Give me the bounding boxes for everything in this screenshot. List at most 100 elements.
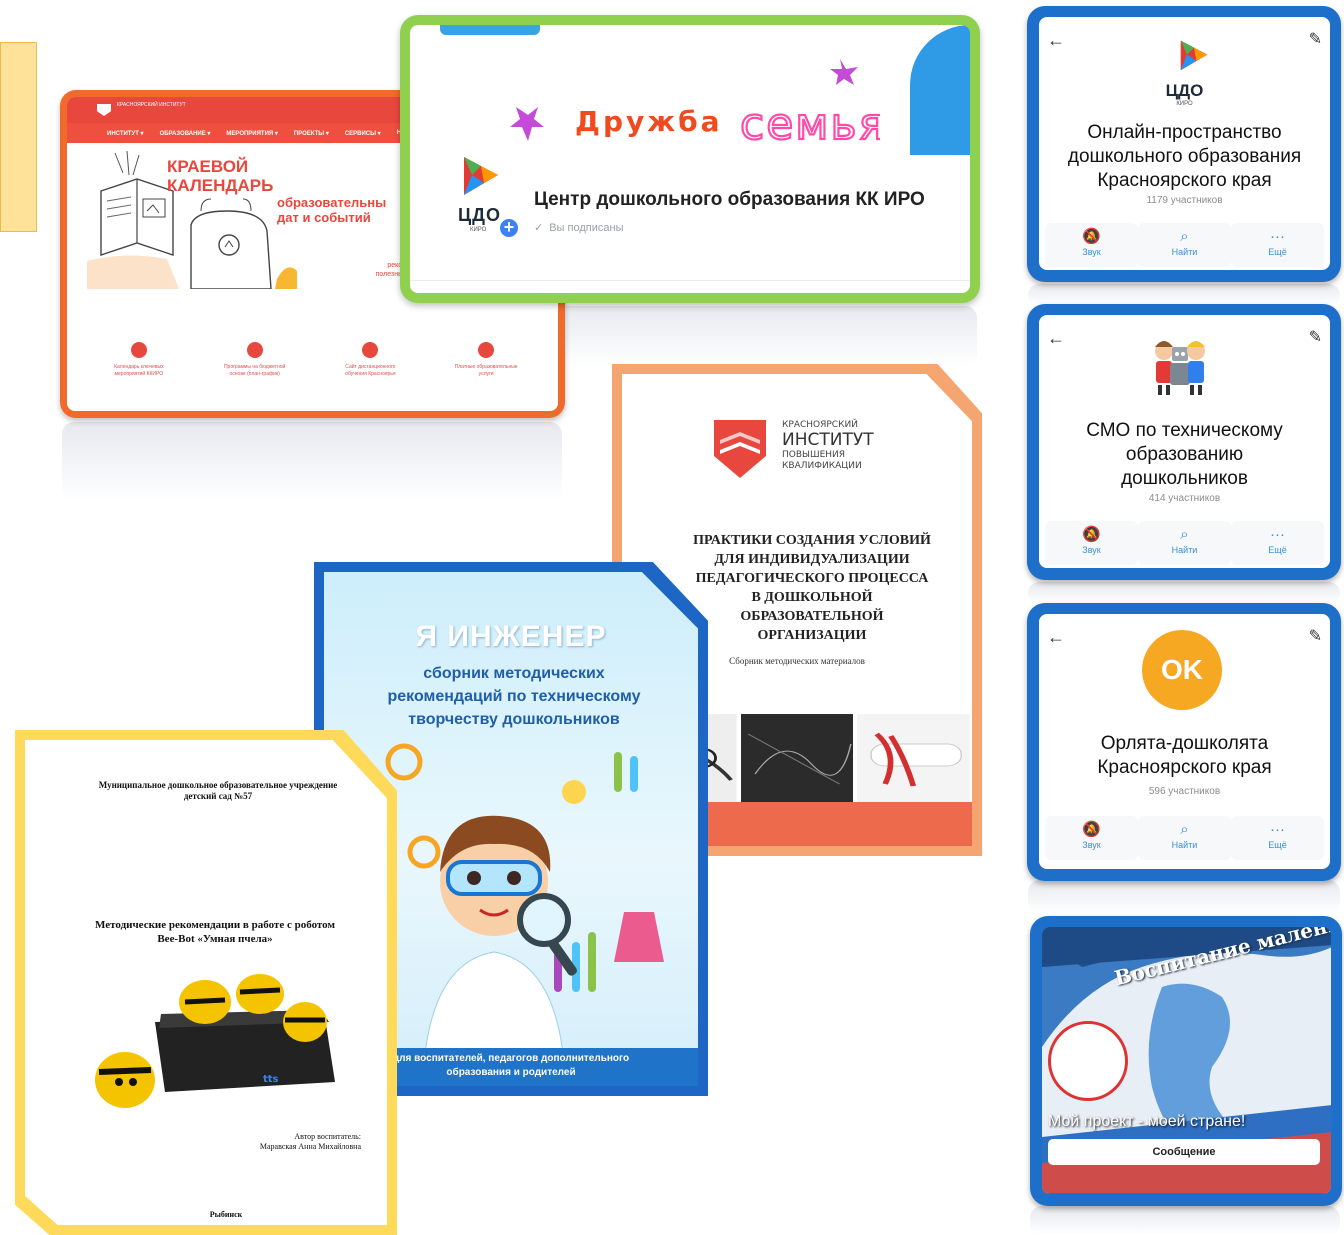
- quick-link-distance[interactable]: Сайт дистанционного обучения Красноярья: [320, 342, 420, 378]
- calendar-icon: [130, 342, 147, 358]
- back-arrow-icon[interactable]: ←: [1047, 329, 1065, 347]
- center-bottom-bar: [410, 280, 970, 293]
- beebot-document[interactable]: Муниципальное дошкольное образовательное…: [15, 730, 397, 1235]
- mute-label: Звук: [1082, 545, 1101, 555]
- channel-title-line: Орлята-дошколята: [1100, 733, 1269, 754]
- mute-button[interactable]: 🔕 Звук: [1045, 521, 1138, 565]
- mute-button[interactable]: 🔕 Звук: [1045, 816, 1138, 860]
- quick-link-calendar[interactable]: Календарь ключевых мероприятий ККИРО: [89, 342, 189, 378]
- back-arrow-icon[interactable]: ←: [1047, 31, 1065, 49]
- hero-subtitle: образовательны дат и событий: [277, 195, 386, 225]
- beebot-author-line: Автор воспитатель:: [294, 1132, 361, 1141]
- practices-title-line: ДЛЯ ИНДИВИДУАЛИЗАЦИИ: [714, 552, 910, 567]
- cdo-logo-icon: [464, 157, 498, 195]
- quick-link-paid[interactable]: Платные образовательные услуги: [436, 342, 536, 378]
- diploma-photo: [857, 714, 971, 802]
- center-channel-card[interactable]: Дружба семья ЦДО КИРО + Центр дошкольног…: [400, 15, 980, 303]
- quick-link-programs[interactable]: Программы на бюджетной основе (план-граф…: [205, 342, 305, 378]
- hero-subtitle-line-2: дат и событий: [277, 210, 371, 225]
- channel-avatar: OK: [1142, 630, 1222, 710]
- site-logo-text: КРАСНОЯРСКИЙ ИНСТИТУТ: [117, 102, 186, 108]
- channel-card-smo[interactable]: ← ✎ СМО по техническому образованию дошк…: [1027, 304, 1341, 580]
- practices-title-line: ПЕДАГОГИЧЕСКОГО ПРОЦЕССА: [695, 571, 929, 586]
- more-button[interactable]: ··· Ещё: [1231, 521, 1324, 565]
- bell-off-icon: 🔕: [1082, 526, 1101, 543]
- search-icon: ⌕: [1180, 821, 1189, 838]
- mute-label: Звук: [1082, 247, 1101, 257]
- kids-robot-avatar: [1155, 341, 1205, 395]
- channel-title-line: Красноярского края: [1097, 170, 1272, 191]
- bell-off-icon: 🔕: [1082, 228, 1101, 245]
- members-count: 1179 участников: [1146, 195, 1223, 206]
- search-label: Найти: [1171, 840, 1198, 850]
- svg-text:семья: семья: [740, 99, 880, 150]
- svg-text:tts: tts: [263, 1074, 279, 1085]
- nav-item-institute[interactable]: ИНСТИТУТ ▾: [107, 130, 144, 137]
- engineer-subtitle-line: рекомендаций по техническому: [387, 688, 641, 705]
- channel-actions: 🔕 Звук ⌕ Найти ··· Ещё: [1039, 816, 1330, 860]
- search-button[interactable]: ⌕ Найти: [1138, 816, 1231, 860]
- more-icon: ···: [1270, 821, 1285, 838]
- more-button[interactable]: ··· Ещё: [1231, 816, 1324, 860]
- engineer-subtitle: сборник методических рекомендаций по тех…: [354, 662, 674, 731]
- channel-title: Онлайн-пространство дошкольного образова…: [1039, 121, 1330, 193]
- beebot-organization-line: детский сад №57: [183, 791, 253, 801]
- channel-card-orlyata[interactable]: ← ✎ OK Орлята-дошколята Красноярского кр…: [1027, 603, 1341, 881]
- beebot-city: Рыбинск: [209, 1210, 243, 1219]
- cdo-logo-subtext: КИРО: [470, 227, 487, 233]
- quick-link-label: Календарь ключевых: [114, 364, 164, 370]
- channel-title: СМО по техническому образованию дошкольн…: [1039, 419, 1330, 491]
- mute-button[interactable]: 🔕 Звук: [1045, 223, 1138, 267]
- hero-title-line-1: КРАЕВОЙ: [167, 157, 249, 176]
- check-icon: ✓: [534, 222, 544, 234]
- channel-card-map-project[interactable]: Воспитание маленького Мой проект - моей …: [1030, 916, 1342, 1206]
- nav-item-events[interactable]: МЕРОПРИЯТИЯ ▾: [226, 130, 278, 137]
- channel-actions: 🔕 Звук ⌕ Найти ··· Ещё: [1039, 223, 1330, 267]
- project-emblem: [1048, 1021, 1128, 1101]
- more-button[interactable]: ··· Ещё: [1231, 223, 1324, 267]
- search-button[interactable]: ⌕ Найти: [1138, 521, 1231, 565]
- channel-reflection-2: [1028, 582, 1340, 604]
- channel-card-online-space[interactable]: ← ✎ ЦДО КИРО Онлайн-пространство дошколь…: [1027, 6, 1341, 282]
- back-arrow-icon[interactable]: ←: [1047, 628, 1065, 646]
- hero-title: КРАЕВОЙ КАЛЕНДАРЬ: [167, 157, 273, 195]
- edit-pencil-icon[interactable]: ✎: [1309, 329, 1322, 347]
- edit-pencil-icon[interactable]: ✎: [1309, 31, 1322, 49]
- institute-shield-icon: [714, 420, 766, 478]
- distance-learning-icon: [362, 342, 379, 358]
- nav-item-services[interactable]: СЕРВИСЫ ▾: [345, 130, 381, 137]
- site-card-reflection: [62, 422, 562, 502]
- more-label: Ещё: [1268, 247, 1287, 257]
- quick-link-label: обучения Красноярья: [345, 371, 396, 377]
- center-channel-title: Центр дошкольного образования КК ИРО: [534, 189, 925, 210]
- institute-name-line: КВАЛИФИКАЦИИ: [782, 461, 862, 471]
- subscription-status-label: Вы подписаны: [549, 222, 624, 234]
- edit-pencil-icon[interactable]: ✎: [1309, 628, 1322, 646]
- russia-map-background: Воспитание маленького Мой проект - моей …: [1042, 927, 1331, 1194]
- paid-services-icon: [478, 342, 495, 358]
- institute-name: КРАСНОЯРСКИЙ ИНСТИТУТ ПОВЫШЕНИЯ КВАЛИФИК…: [782, 420, 874, 472]
- engineer-subtitle-line: творчеству дошкольников: [408, 711, 620, 728]
- add-icon[interactable]: +: [498, 217, 520, 239]
- hero-subtitle-line-1: образовательны: [277, 195, 387, 210]
- search-label: Найти: [1171, 545, 1198, 555]
- search-button[interactable]: ⌕ Найти: [1138, 223, 1231, 267]
- more-label: Ещё: [1268, 545, 1287, 555]
- chalkboard-photo: [740, 714, 854, 802]
- nav-item-education[interactable]: ОБРАЗОВАНИЕ ▾: [160, 130, 211, 137]
- message-button[interactable]: Сообщение: [1048, 1139, 1320, 1165]
- beebot-title-line: Bee-Bot «Умная пчела»: [157, 933, 273, 945]
- hero-title-line-2: КАЛЕНДАРЬ: [167, 176, 274, 195]
- cdo-logo-text: ЦДО: [1165, 81, 1204, 100]
- channel-reflection-3: [1028, 880, 1340, 914]
- cdo-logo-icon: [1180, 40, 1208, 71]
- engineer-title: Я ИНЖЕНЕР: [415, 620, 607, 653]
- cdo-logo-subtext: КИРО: [1176, 101, 1193, 107]
- channel-title-line: дошкольников: [1121, 468, 1248, 489]
- beebot-title: Методические рекомендации в работе с роб…: [65, 918, 365, 946]
- beebot-title-line: Методические рекомендации в работе с роб…: [95, 919, 335, 931]
- nav-item-projects[interactable]: ПРОЕКТЫ ▾: [294, 130, 329, 137]
- channel-title-line: дошкольного образования: [1067, 146, 1302, 167]
- yellow-note-box: [0, 42, 37, 232]
- quick-link-label: основе (план-график): [229, 371, 280, 377]
